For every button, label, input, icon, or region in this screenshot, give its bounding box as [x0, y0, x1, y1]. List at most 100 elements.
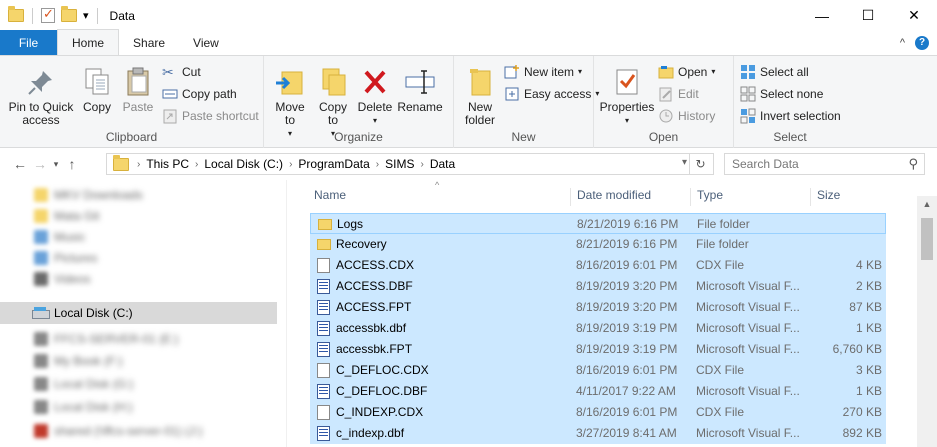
cut-button[interactable]: ✂ Cut — [162, 62, 259, 81]
table-row[interactable]: Logs 8/21/2019 6:16 PM File folder — [310, 213, 886, 234]
dropdown-arrow-icon: ▾ — [711, 67, 716, 76]
chevron-right-icon[interactable]: › — [376, 159, 379, 170]
select-all-button[interactable]: Select all — [740, 62, 841, 81]
new-folder-icon[interactable] — [61, 6, 77, 22]
dropdown-arrow-icon: ▾ — [578, 67, 583, 76]
invert-selection-button[interactable]: Invert selection — [740, 106, 841, 125]
file-size: 3 KB — [855, 363, 882, 377]
table-row[interactable]: Recovery 8/21/2019 6:16 PM File folder — [310, 234, 886, 255]
file-name: ACCESS.FPT — [336, 300, 412, 314]
column-header-type[interactable]: Type — [691, 188, 811, 206]
file-icon — [317, 405, 330, 420]
pin-label: Pin to Quick access — [8, 100, 74, 127]
recent-locations-icon[interactable]: ▾ — [50, 159, 62, 170]
refresh-icon[interactable]: ↻ — [689, 154, 711, 174]
tab-share[interactable]: Share — [119, 30, 179, 55]
nav-item[interactable]: FFCS-SERVER-01 (E:) — [0, 328, 277, 350]
folder-icon — [34, 209, 48, 223]
navigation-pane: MKV Downloads Mata Git Music Pictures Vi… — [0, 180, 287, 447]
back-arrow-icon[interactable]: ← — [10, 156, 30, 172]
copy-path-button[interactable]: Copy path — [162, 84, 259, 103]
history-icon — [658, 108, 674, 124]
close-button[interactable]: ✕ — [891, 0, 937, 31]
address-bar[interactable]: › This PC › Local Disk (C:) › ProgramDat… — [106, 153, 714, 175]
table-row[interactable]: ACCESS.FPT 8/19/2019 3:20 PM Microsoft Vis… — [310, 297, 886, 318]
breadcrumb-data[interactable]: Data — [430, 157, 455, 171]
nav-item[interactable]: Music — [0, 226, 277, 248]
select-all-icon — [740, 64, 756, 80]
copy-to-label: Copy to — [318, 100, 347, 127]
table-row[interactable]: ACCESS.DBF 8/19/2019 3:20 PM Microsoft Vis… — [310, 276, 886, 297]
column-header-date[interactable]: Date modified — [571, 188, 691, 206]
up-arrow-icon[interactable]: ↑ — [62, 156, 82, 172]
vertical-scrollbar[interactable]: ▲ — [917, 196, 937, 447]
cut-label: Cut — [182, 64, 201, 79]
table-row[interactable]: ACCESS.CDX 8/16/2019 6:01 PM CDX File 4 KB — [310, 255, 886, 276]
nav-item-local-disk-c[interactable]: Local Disk (C:) — [0, 302, 277, 324]
maximize-button[interactable]: ☐ — [845, 0, 891, 31]
invert-selection-icon — [740, 108, 756, 124]
nav-item[interactable]: Mata Git — [0, 205, 277, 227]
column-header-size[interactable]: Size — [811, 188, 887, 206]
file-type: File folder — [697, 217, 750, 231]
database-file-icon — [317, 342, 330, 357]
nav-item-label: Pictures — [54, 251, 98, 265]
file-size: 1 KB — [855, 321, 882, 335]
scroll-up-icon[interactable]: ▲ — [917, 196, 937, 213]
column-header-name[interactable]: Name — [308, 188, 571, 206]
file-type: Microsoft Visual F... — [696, 300, 800, 314]
breadcrumb-programdata[interactable]: ProgramData — [298, 157, 369, 171]
nav-item[interactable]: Videos — [0, 268, 277, 290]
file-name: C_DEFLOC.CDX — [336, 363, 429, 377]
new-item-button[interactable]: New item ▾ — [504, 62, 599, 81]
select-none-button[interactable]: Select none — [740, 84, 841, 103]
organize-group-label: Organize — [334, 130, 383, 144]
nav-item[interactable]: My Book (F:) — [0, 350, 277, 372]
breadcrumb-this-pc[interactable]: This PC — [146, 157, 189, 171]
forward-arrow-icon[interactable]: → — [30, 156, 50, 172]
dropdown-arrow-icon: ▾ — [624, 116, 629, 125]
search-input[interactable]: Search Data ⚲ — [724, 153, 925, 175]
chevron-right-icon[interactable]: › — [420, 159, 423, 170]
new-item-label: New item — [524, 64, 575, 79]
breadcrumb-local-disk[interactable]: Local Disk (C:) — [204, 157, 283, 171]
table-row[interactable]: accessbk.FPT 8/19/2019 3:19 PM Microsoft V… — [310, 339, 886, 360]
chevron-right-icon[interactable]: › — [195, 159, 198, 170]
properties-icon[interactable] — [41, 6, 55, 23]
drive-icon — [34, 332, 48, 346]
file-icon — [317, 258, 330, 273]
nav-item[interactable]: MKV Downloads — [0, 184, 277, 206]
file-name: c_indexp.dbf — [336, 426, 405, 440]
chevron-right-icon[interactable]: › — [137, 159, 140, 170]
nav-item[interactable]: Local Disk (H:) — [0, 396, 277, 418]
scroll-thumb[interactable] — [921, 218, 933, 260]
table-row[interactable]: C_DEFLOC.CDX 8/16/2019 6:01 PM CDX File 3 K… — [310, 360, 886, 381]
open-button[interactable]: Open ▾ — [658, 62, 715, 81]
paste-shortcut-button[interactable]: Paste shortcut — [162, 106, 259, 125]
chevron-right-icon[interactable]: › — [289, 159, 292, 170]
tab-view[interactable]: View — [179, 30, 233, 55]
minimize-button[interactable]: — — [799, 0, 845, 31]
breadcrumb-sims[interactable]: SIMS — [385, 157, 414, 171]
help-icon[interactable]: ? — [915, 35, 929, 50]
table-row[interactable]: c_indexp.dbf 3/27/2019 8:41 AM Microsoft V… — [310, 423, 886, 444]
select-all-label: Select all — [760, 64, 809, 79]
table-row[interactable]: C_DEFLOC.DBF 4/11/2017 9:22 AM Microsoft V… — [310, 381, 886, 402]
table-row[interactable]: accessbk.dbf 8/19/2019 3:19 PM Microsoft V… — [310, 318, 886, 339]
edit-button[interactable]: Edit — [658, 84, 715, 103]
tab-home[interactable]: Home — [57, 29, 120, 55]
nav-item[interactable]: shared (\\ffcs-server-01) (J:) — [0, 420, 277, 442]
nav-item[interactable]: Local Disk (G:) — [0, 373, 277, 395]
copy-label: Copy — [82, 100, 111, 114]
file-type: Microsoft Visual F... — [696, 321, 800, 335]
easy-access-button[interactable]: Easy access ▾ — [504, 84, 599, 103]
table-row[interactable]: C_INDEXP.CDX 8/16/2019 6:01 PM CDX File 270… — [310, 402, 886, 423]
edit-label: Edit — [678, 86, 699, 101]
customize-quick-access-icon[interactable]: ▾ — [83, 9, 89, 22]
minimize-ribbon-icon[interactable]: ^ — [900, 37, 905, 49]
address-dropdown-icon[interactable]: ▾ — [682, 157, 687, 168]
tab-file[interactable]: File — [0, 30, 57, 55]
file-size: 892 KB — [842, 426, 882, 440]
history-button[interactable]: History — [658, 106, 715, 125]
nav-item[interactable]: Pictures — [0, 247, 277, 269]
